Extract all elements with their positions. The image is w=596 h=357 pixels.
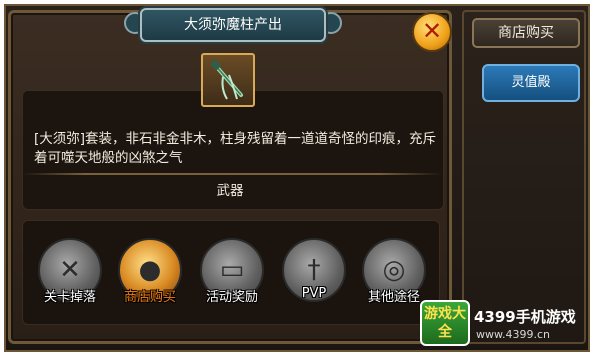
- side-panel: [462, 10, 586, 344]
- source-label: PVP: [301, 286, 327, 301]
- close-button[interactable]: ✕: [412, 12, 452, 52]
- source-stage-drop[interactable]: ✕ 关卡掉落: [36, 238, 104, 318]
- green-staff-icon: [210, 59, 243, 100]
- source-label: 活动奖励: [205, 290, 258, 305]
- item-description: [大须弥]套装，非石非金非木，柱身残留着一道道奇怪的印痕，充斥着可噬天地般的凶煞…: [34, 131, 437, 166]
- dialog-title: 大须弥魔柱产出: [140, 8, 326, 42]
- source-shop[interactable]: ● 商店购买: [116, 238, 184, 318]
- source-label: 其他途径: [367, 290, 420, 305]
- divider: [22, 173, 442, 175]
- source-event-reward[interactable]: ▭ 活动奖励: [198, 238, 266, 318]
- source-label: 关卡掉落: [43, 290, 96, 305]
- source-pvp[interactable]: † PVP: [280, 238, 348, 318]
- lingzhi-hall-button[interactable]: 灵值殿: [482, 64, 580, 102]
- source-label: 商店购买: [123, 290, 176, 305]
- watermark-logo: 游戏大全: [420, 300, 470, 346]
- watermark-title: 4399手机游戏: [474, 308, 576, 326]
- side-header: 商店购买: [472, 18, 580, 48]
- watermark-url: www.4399.cn: [476, 328, 550, 341]
- item-slot[interactable]: [201, 53, 255, 107]
- item-category: 武器: [216, 183, 244, 199]
- source-other[interactable]: ◎ 其他途径: [360, 238, 428, 318]
